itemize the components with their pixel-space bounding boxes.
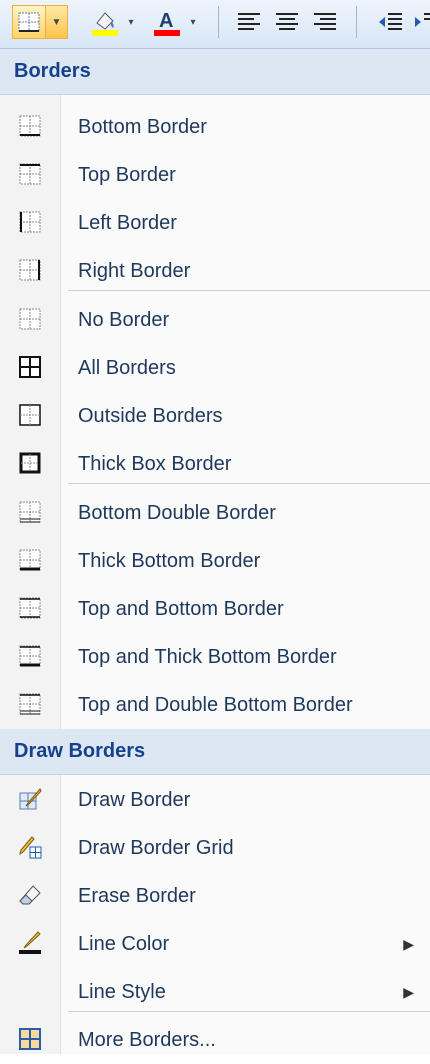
top-thick-bottom-border-icon — [18, 644, 42, 668]
all-borders-icon — [18, 355, 42, 379]
menu-item-top-border[interactable]: Top Border — [0, 151, 430, 199]
bottom-double-border-icon — [18, 500, 42, 524]
top-bottom-border-icon — [18, 596, 42, 620]
right-border-icon — [18, 258, 42, 282]
chevron-down-icon: ▾ — [128, 16, 134, 28]
font-color-dropdown[interactable]: ▾ — [186, 5, 200, 39]
decrease-indent-icon — [376, 11, 404, 33]
menu-item-thick-box-border[interactable]: Thick Box Border — [0, 440, 430, 488]
chevron-down-icon: ▾ — [190, 16, 196, 28]
formatting-toolbar: ▼ ▾ A ▾ — [0, 0, 430, 49]
menu-item-label: Line Style — [78, 980, 166, 1003]
menu-item-label: Draw Border Grid — [78, 836, 234, 859]
menu-item-label: Top and Double Bottom Border — [78, 693, 353, 716]
align-left-button[interactable] — [230, 5, 268, 39]
align-center-icon — [274, 11, 300, 33]
top-double-bottom-border-icon — [18, 692, 42, 716]
menu-item-right-border[interactable]: Right Border — [0, 247, 430, 295]
align-left-icon — [236, 11, 262, 33]
borders-dropdown-menu: Borders Bottom Border Top Border Left Bo… — [0, 49, 430, 1054]
toolbar-separator — [356, 6, 357, 38]
fill-color-button[interactable] — [84, 5, 124, 39]
menu-separator — [68, 483, 430, 484]
menu-separator — [68, 1011, 430, 1012]
menu-item-label: No Border — [78, 308, 170, 331]
menu-item-top-and-double-bottom-border[interactable]: Top and Double Bottom Border — [0, 681, 430, 729]
line-style-icon — [18, 979, 42, 1003]
toolbar-separator — [218, 6, 219, 38]
menu-item-label: Draw Border — [78, 788, 191, 811]
eraser-icon — [18, 883, 42, 907]
align-right-button[interactable] — [306, 5, 344, 39]
menu-item-no-border[interactable]: No Border — [0, 296, 430, 344]
menu-item-label: Thick Bottom Border — [78, 549, 261, 572]
menu-item-label: Line Color — [78, 932, 170, 955]
no-border-icon — [18, 307, 42, 331]
menu-item-label: All Borders — [78, 356, 176, 379]
menu-item-top-and-thick-bottom-border[interactable]: Top and Thick Bottom Border — [0, 633, 430, 681]
menu-item-label: More Borders... — [78, 1028, 216, 1051]
borders-button[interactable] — [12, 5, 46, 39]
align-center-button[interactable] — [268, 5, 306, 39]
menu-item-label: Top and Bottom Border — [78, 597, 284, 620]
menu-item-top-and-bottom-border[interactable]: Top and Bottom Border — [0, 585, 430, 633]
menu-item-thick-bottom-border[interactable]: Thick Bottom Border — [0, 537, 430, 585]
menu-item-line-color[interactable]: Line Color ▶ — [0, 920, 430, 968]
draw-border-icon — [18, 787, 42, 811]
bottom-border-icon — [18, 114, 42, 138]
section-header-borders: Borders — [0, 49, 430, 95]
font-color-letter: A — [159, 10, 173, 32]
menu-item-left-border[interactable]: Left Border — [0, 199, 430, 247]
increase-indent-button[interactable] — [412, 5, 430, 39]
menu-item-line-style[interactable]: Line Style ▶ — [0, 968, 430, 1016]
menu-item-outside-borders[interactable]: Outside Borders — [0, 392, 430, 440]
decrease-indent-button[interactable] — [370, 5, 410, 39]
menu-item-bottom-double-border[interactable]: Bottom Double Border — [0, 489, 430, 537]
line-color-icon — [18, 931, 42, 955]
menu-item-label: Top Border — [78, 163, 176, 186]
top-border-icon — [18, 162, 42, 186]
submenu-arrow-icon: ▶ — [403, 935, 414, 952]
more-borders-icon — [18, 1027, 42, 1051]
menu-separator — [68, 290, 430, 291]
left-border-icon — [18, 210, 42, 234]
section-header-draw-borders: Draw Borders — [0, 729, 430, 775]
menu-item-more-borders[interactable]: More Borders... — [0, 1016, 430, 1064]
fill-color-dropdown[interactable]: ▾ — [124, 5, 138, 39]
menu-item-erase-border[interactable]: Erase Border — [0, 872, 430, 920]
font-color-icon: A — [151, 7, 181, 37]
submenu-arrow-icon: ▶ — [403, 983, 414, 1000]
chevron-down-icon: ▼ — [51, 16, 62, 28]
borders-dropdown-button[interactable]: ▼ — [46, 5, 68, 39]
borders-icon — [18, 12, 40, 32]
menu-item-label: Bottom Border — [78, 115, 207, 138]
thick-bottom-border-icon — [18, 548, 42, 572]
menu-item-label: Left Border — [78, 211, 177, 234]
menu-item-draw-border[interactable]: Draw Border — [0, 776, 430, 824]
menu-item-label: Top and Thick Bottom Border — [78, 645, 337, 668]
draw-border-grid-icon — [18, 835, 42, 859]
menu-item-bottom-border[interactable]: Bottom Border — [0, 103, 430, 151]
fill-color-icon — [89, 7, 119, 37]
align-right-icon — [312, 11, 338, 33]
menu-item-label: Outside Borders — [78, 404, 223, 427]
menu-item-label: Erase Border — [78, 884, 196, 907]
menu-item-label: Thick Box Border — [78, 452, 232, 475]
menu-item-draw-border-grid[interactable]: Draw Border Grid — [0, 824, 430, 872]
outside-borders-icon — [18, 403, 42, 427]
thick-box-border-icon — [18, 451, 42, 475]
font-color-button[interactable]: A — [146, 5, 186, 39]
menu-item-all-borders[interactable]: All Borders — [0, 344, 430, 392]
menu-item-label: Right Border — [78, 259, 191, 282]
menu-item-label: Bottom Double Border — [78, 501, 276, 524]
increase-indent-icon — [412, 11, 430, 33]
